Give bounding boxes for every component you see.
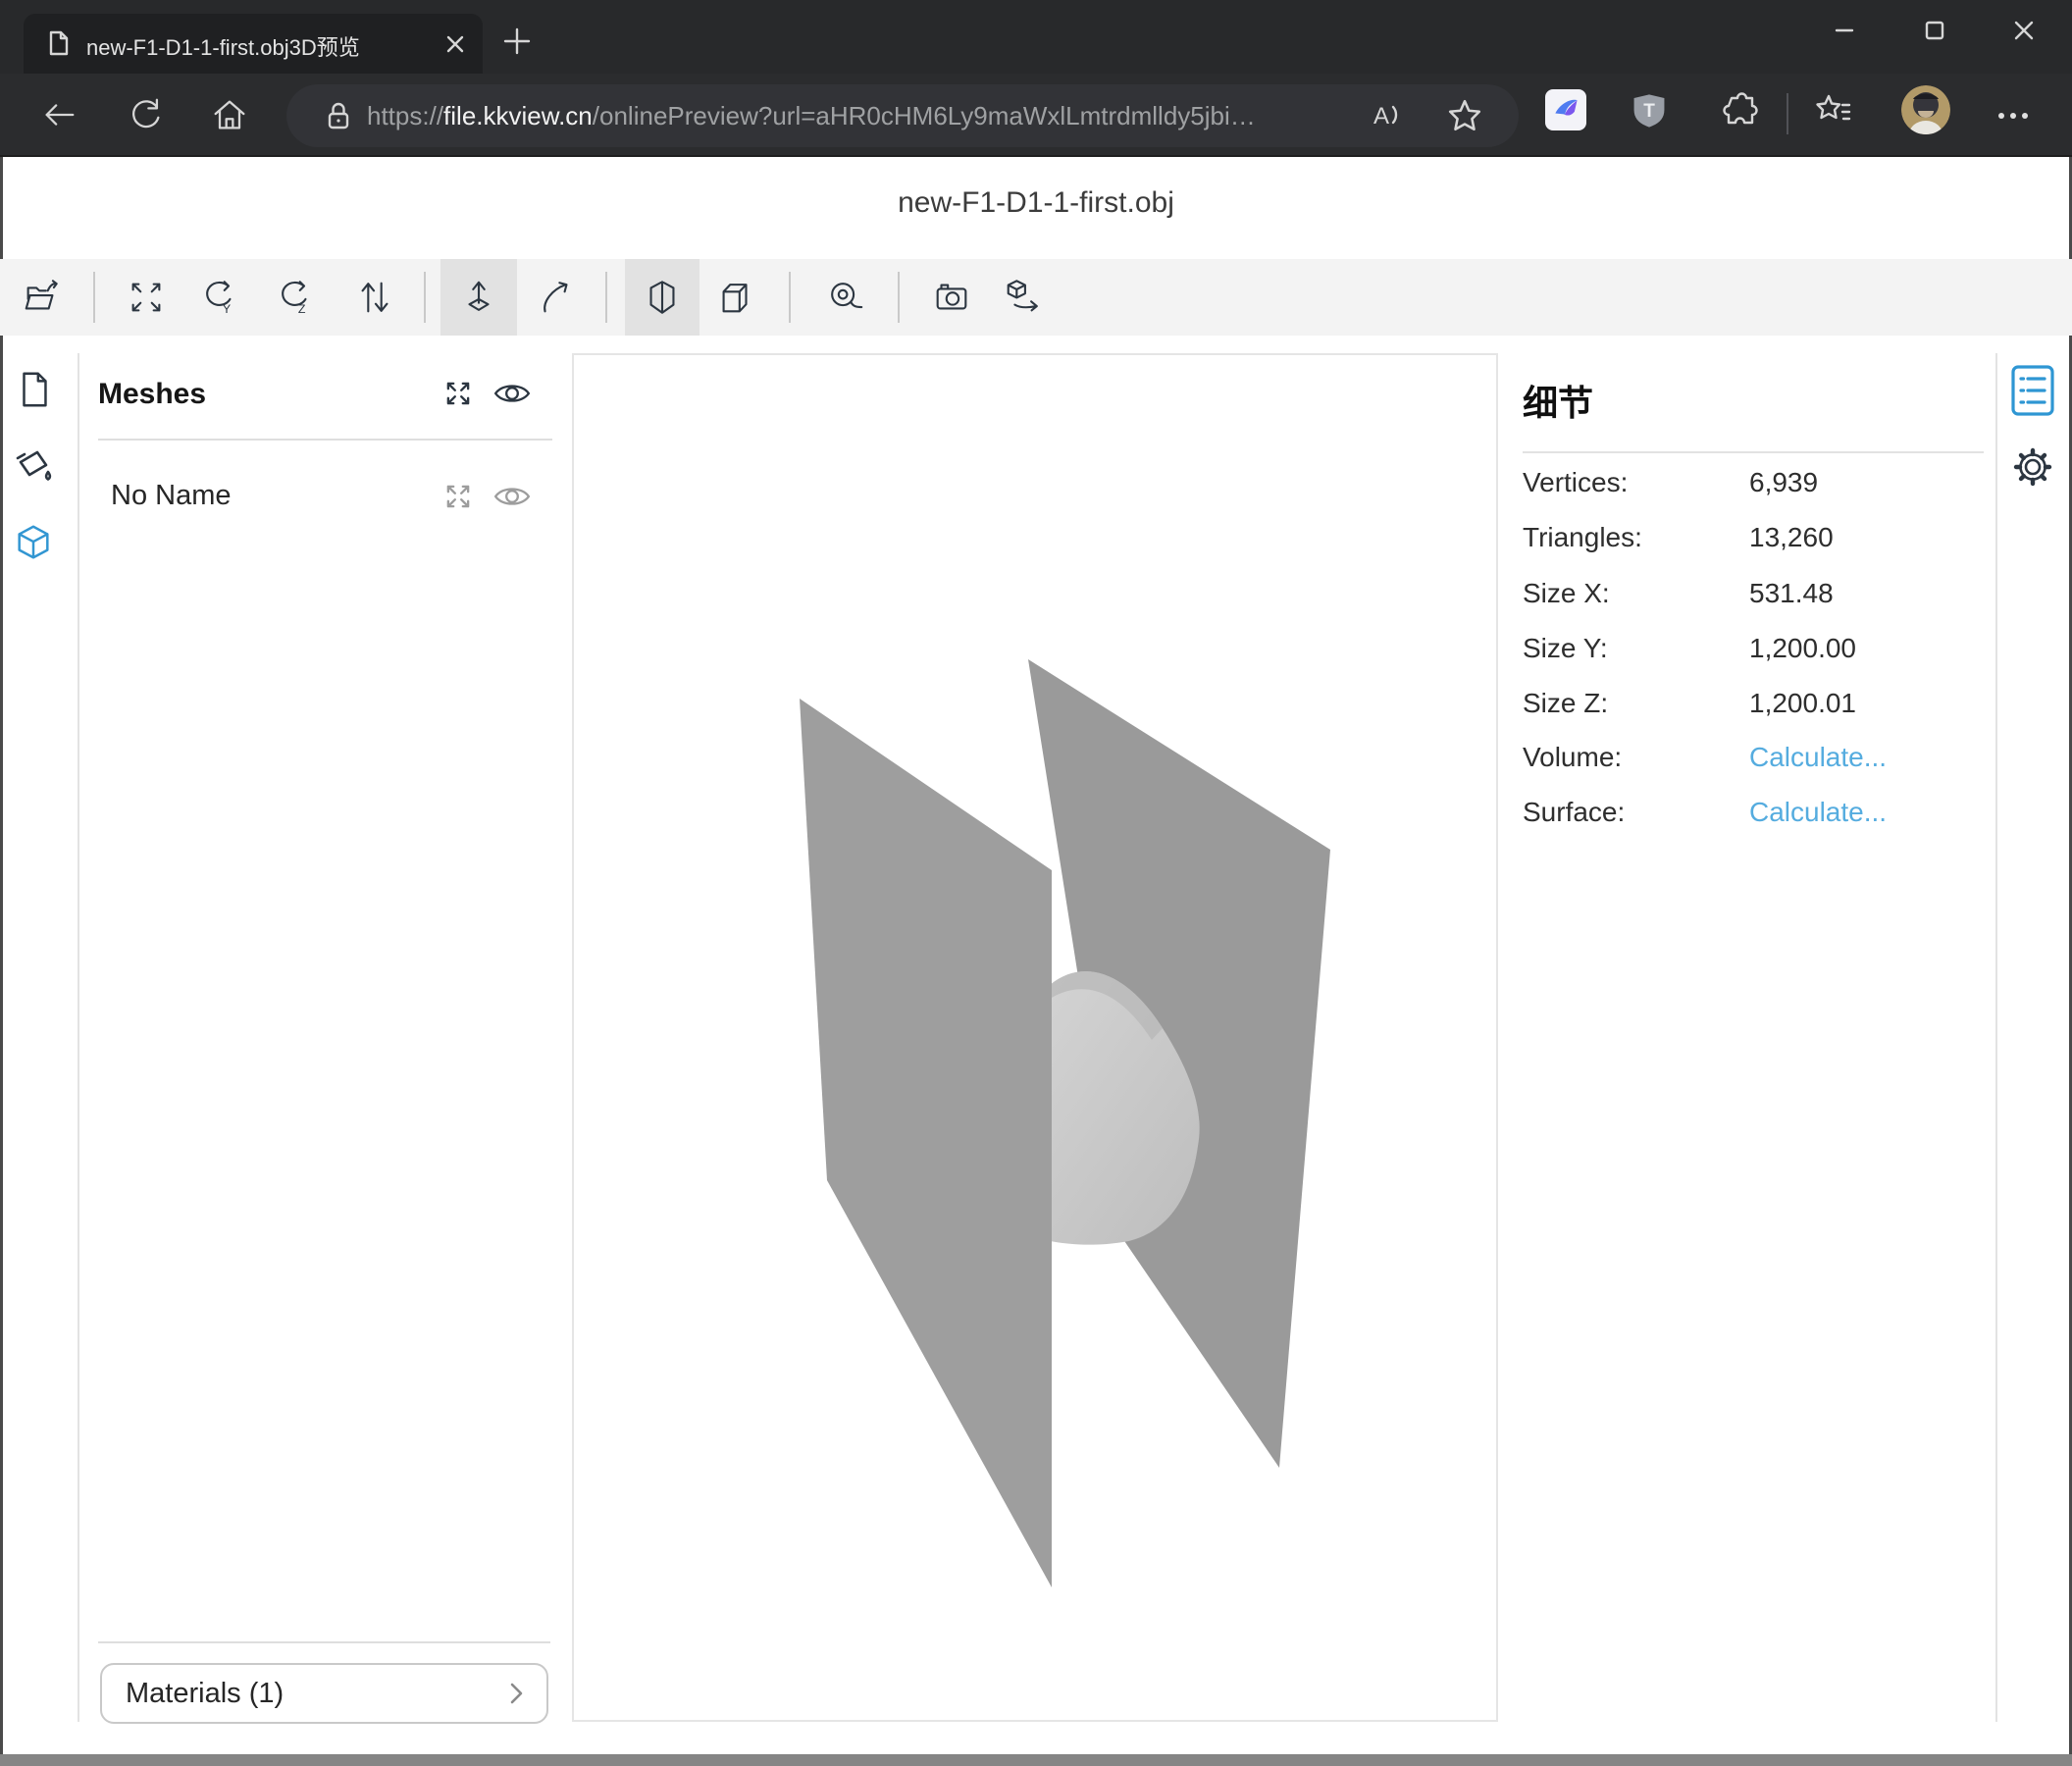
minimize-button[interactable] <box>1814 8 1875 53</box>
meshes-divider <box>98 439 552 441</box>
url-text: https://file.kkview.cn/onlinePreview?url… <box>367 84 1407 147</box>
viewer-page: new-F1-D1-1-first.obj Y Z <box>0 157 2072 1754</box>
detail-row-size-y: Size Y: 1,200.00 <box>1523 629 1994 668</box>
detail-row-surface: Surface: Calculate... <box>1523 793 1994 832</box>
settings-gear-icon[interactable] <box>2012 446 2053 488</box>
read-aloud-icon[interactable]: A <box>1366 98 1401 133</box>
details-panel-title: 细节 <box>1523 375 1593 426</box>
materials-button[interactable]: Materials (1) <box>100 1663 548 1724</box>
meshes-expand-icon[interactable] <box>442 378 474 409</box>
free-rotate-icon[interactable] <box>536 277 577 318</box>
file-title: new-F1-D1-1-first.obj <box>0 186 2072 220</box>
export-model-icon[interactable] <box>1003 277 1044 318</box>
translate-icon[interactable] <box>458 277 499 318</box>
mesh-item-label[interactable]: No Name <box>111 480 232 512</box>
tab-close-icon[interactable] <box>445 34 465 54</box>
materials-divider <box>98 1641 550 1643</box>
extensions-puzzle-icon[interactable] <box>1719 90 1760 131</box>
svg-text:Y: Y <box>223 302 231 316</box>
svg-text:Z: Z <box>298 302 306 316</box>
more-options-icon[interactable] <box>1994 103 2033 129</box>
new-tab-button[interactable] <box>502 26 532 56</box>
profile-avatar[interactable] <box>1901 85 1950 134</box>
model-viewport[interactable] <box>572 353 1498 1722</box>
home-icon[interactable] <box>210 95 249 134</box>
meshes-visibility-eye-icon[interactable] <box>493 380 531 407</box>
tab-strip: new-F1-D1-1-first.obj3D预览 <box>0 0 2072 74</box>
address-bar[interactable]: https://file.kkview.cn/onlinePreview?url… <box>286 84 1519 147</box>
tab-favicon-document-icon <box>45 29 73 57</box>
refresh-icon[interactable] <box>126 95 165 134</box>
calculate-surface-link[interactable]: Calculate... <box>1749 793 1887 832</box>
close-button[interactable] <box>1994 8 2054 53</box>
mesh-item-expand-icon[interactable] <box>442 481 474 512</box>
right-rail-divider <box>1995 353 1997 1722</box>
details-list-icon[interactable] <box>2010 364 2055 417</box>
svg-text:T: T <box>1643 101 1655 122</box>
viewer-toolbar: Y Z <box>0 259 2072 336</box>
toolbar-divider <box>1787 93 1788 134</box>
lock-icon <box>322 99 355 132</box>
detail-row-volume: Volume: Calculate... <box>1523 738 1994 777</box>
favorites-hub-icon[interactable] <box>1813 92 1852 131</box>
details-divider <box>1523 451 1984 453</box>
maximize-button[interactable] <box>1904 8 1965 53</box>
calculate-volume-link[interactable]: Calculate... <box>1749 738 1887 777</box>
browser-window: new-F1-D1-1-first.obj3D预览 <box>0 0 2072 1766</box>
add-favorite-star-icon[interactable] <box>1447 98 1482 133</box>
model-cube-icon[interactable] <box>13 522 54 563</box>
materials-paint-icon[interactable] <box>12 445 55 489</box>
mesh-item-visibility-eye-icon[interactable] <box>493 483 531 510</box>
rotate-z-icon[interactable]: Z <box>274 277 315 318</box>
detail-row-triangles: Triangles: 13,260 <box>1523 518 1994 557</box>
extension-shield-icon[interactable]: T <box>1631 92 1668 130</box>
screenshot-camera-icon[interactable] <box>931 277 972 318</box>
solid-view-icon[interactable] <box>642 277 683 318</box>
box-view-icon[interactable] <box>715 277 756 318</box>
file-info-icon[interactable] <box>14 369 55 410</box>
chevron-right-icon <box>505 1681 527 1706</box>
svg-text:A: A <box>1373 103 1389 130</box>
navigation-bar: https://file.kkview.cn/onlinePreview?url… <box>0 74 2072 157</box>
detail-row-size-z: Size Z: 1,200.01 <box>1523 684 1994 723</box>
back-icon[interactable] <box>39 95 78 134</box>
meshes-header: Meshes <box>98 378 206 411</box>
materials-button-label: Materials (1) <box>126 1678 505 1710</box>
extension-bird-icon[interactable] <box>1545 89 1586 130</box>
flip-vertical-icon[interactable] <box>354 277 395 318</box>
model-render <box>574 355 1496 1720</box>
fit-view-icon[interactable] <box>126 277 167 318</box>
measure-icon[interactable] <box>825 277 866 318</box>
rotate-y-icon[interactable]: Y <box>198 277 239 318</box>
window-left-border <box>0 157 3 1754</box>
window-bottom-edge <box>0 1754 2072 1766</box>
detail-row-vertices: Vertices: 6,939 <box>1523 463 1994 502</box>
tab-title: new-F1-D1-1-first.obj3D预览 <box>86 30 410 62</box>
left-plane <box>800 699 1052 1587</box>
detail-row-size-x: Size X: 531.48 <box>1523 574 1994 613</box>
browser-tab[interactable]: new-F1-D1-1-first.obj3D预览 <box>24 14 483 74</box>
left-rail-divider <box>78 353 79 1722</box>
open-file-icon[interactable] <box>21 277 62 318</box>
